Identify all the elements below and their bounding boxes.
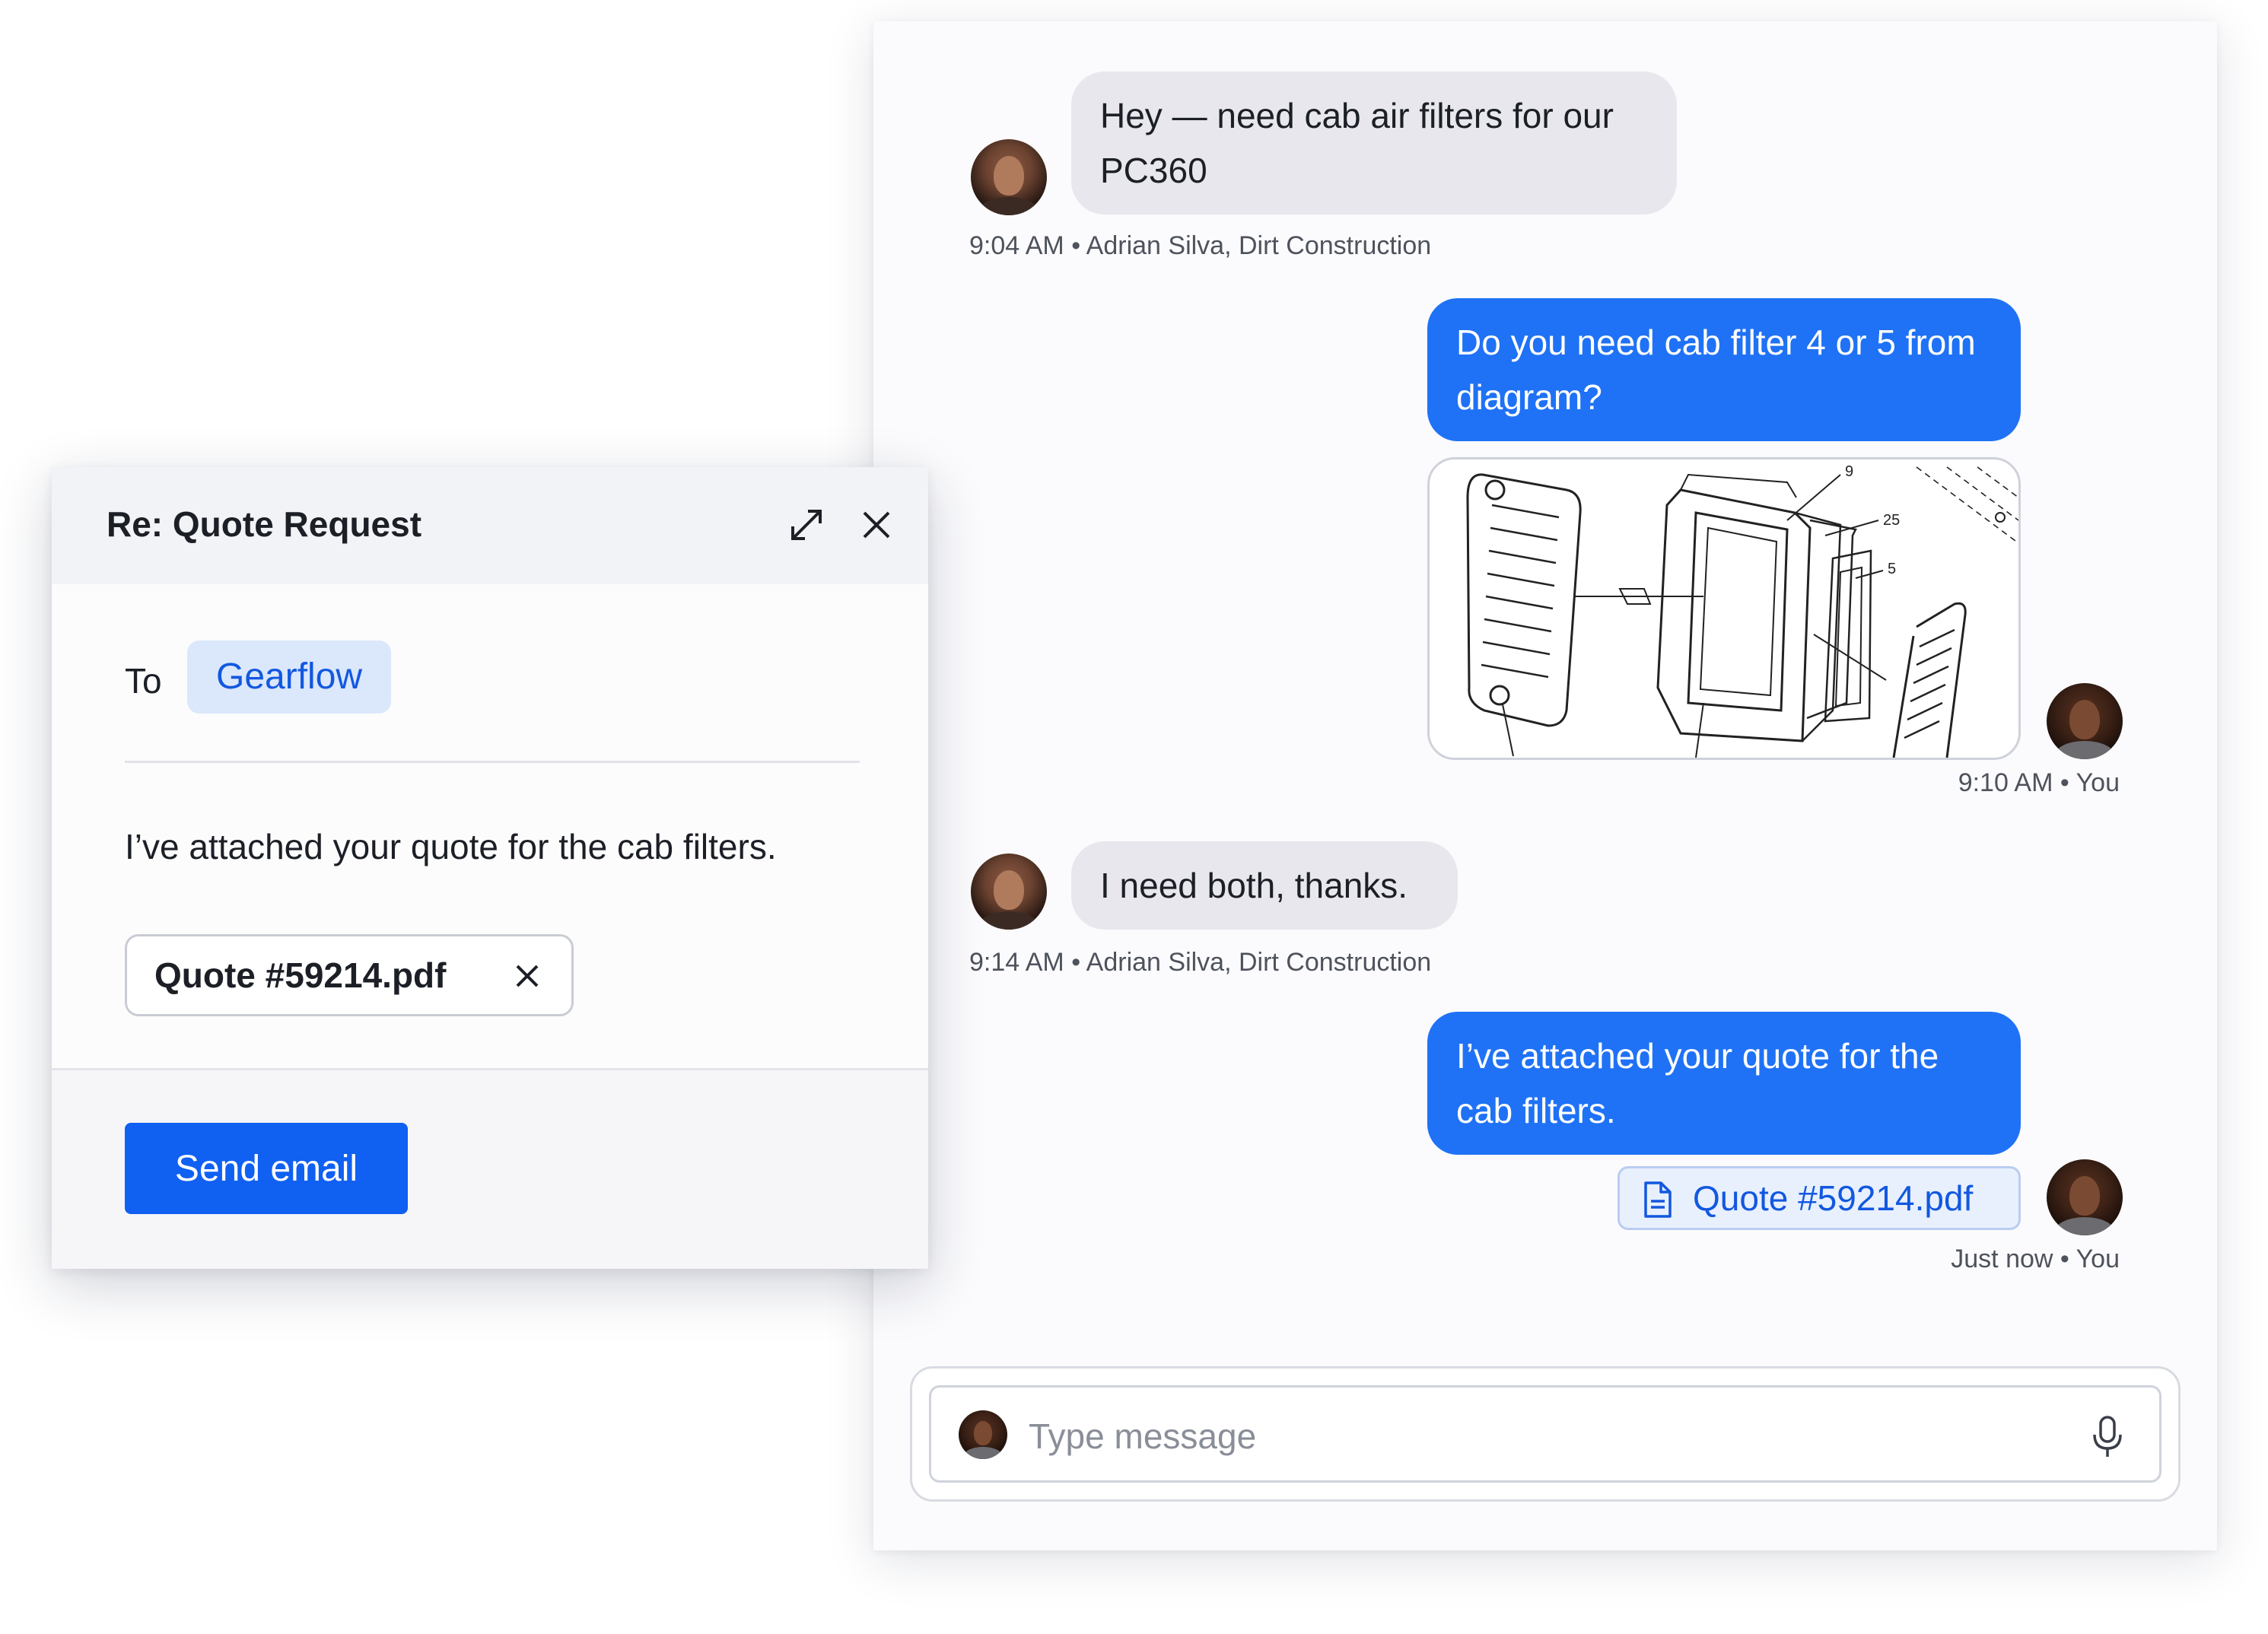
message-input[interactable] [1027,1412,2019,1461]
parts-diagram-drawing: 9 25 5 [1466,463,2018,758]
message-meta: Just now • You [1951,1245,2120,1273]
attachment-link[interactable]: Quote #59214.pdf [1618,1166,2021,1230]
diagram-label-9: 9 [1845,463,1853,480]
close-icon[interactable] [855,504,898,546]
message-meta: 9:10 AM • You [1958,768,2120,797]
parts-diagram-image[interactable]: 9 25 5 [1427,457,2021,760]
email-subject: Re: Quote Request [107,504,422,544]
to-label: To [125,661,162,701]
remove-attachment-icon[interactable] [514,962,541,990]
attachment-filename: Quote #59214.pdf [1693,1178,1974,1218]
document-icon [1644,1181,1672,1218]
message-bubble-incoming: I need both, thanks. [1071,841,1458,930]
avatar-adrian [971,139,1047,215]
chat-panel: Hey — need cab air filters for our PC360… [873,21,2217,1550]
message-composer [910,1366,2181,1502]
email-compose-panel: Re: Quote Request To Gearflow I’ve attac… [52,467,928,1269]
avatar-adrian [971,854,1047,930]
attachment-filename: Quote #59214.pdf [154,955,447,995]
message-meta: 9:14 AM • Adrian Silva, Dirt Constructio… [969,948,1432,977]
diagram-label-25: 25 [1883,512,1900,529]
diagram-label-5: 5 [1888,561,1896,577]
divider [125,761,860,763]
microphone-icon[interactable] [2089,1415,2126,1459]
message-bubble-outgoing: I’ve attached your quote for the cab fil… [1427,1012,2021,1155]
avatar-you [2047,683,2123,759]
recipient-chip[interactable]: Gearflow [187,641,392,714]
expand-icon[interactable] [785,504,828,546]
message-bubble-outgoing: Do you need cab filter 4 or 5 from diagr… [1427,298,2021,441]
avatar-you [2047,1159,2123,1235]
composer-field [929,1385,2161,1483]
send-email-button[interactable]: Send email [125,1123,408,1214]
message-bubble-incoming: Hey — need cab air filters for our PC360 [1071,72,1677,215]
email-message-text[interactable]: I’ve attached your quote for the cab fil… [125,826,777,867]
message-meta: 9:04 AM • Adrian Silva, Dirt Constructio… [969,231,1432,260]
composer-avatar [959,1410,1007,1459]
attachment-chip[interactable]: Quote #59214.pdf [125,934,574,1016]
email-body: To Gearflow I’ve attached your quote for… [52,584,928,1070]
email-header: Re: Quote Request [52,467,928,584]
